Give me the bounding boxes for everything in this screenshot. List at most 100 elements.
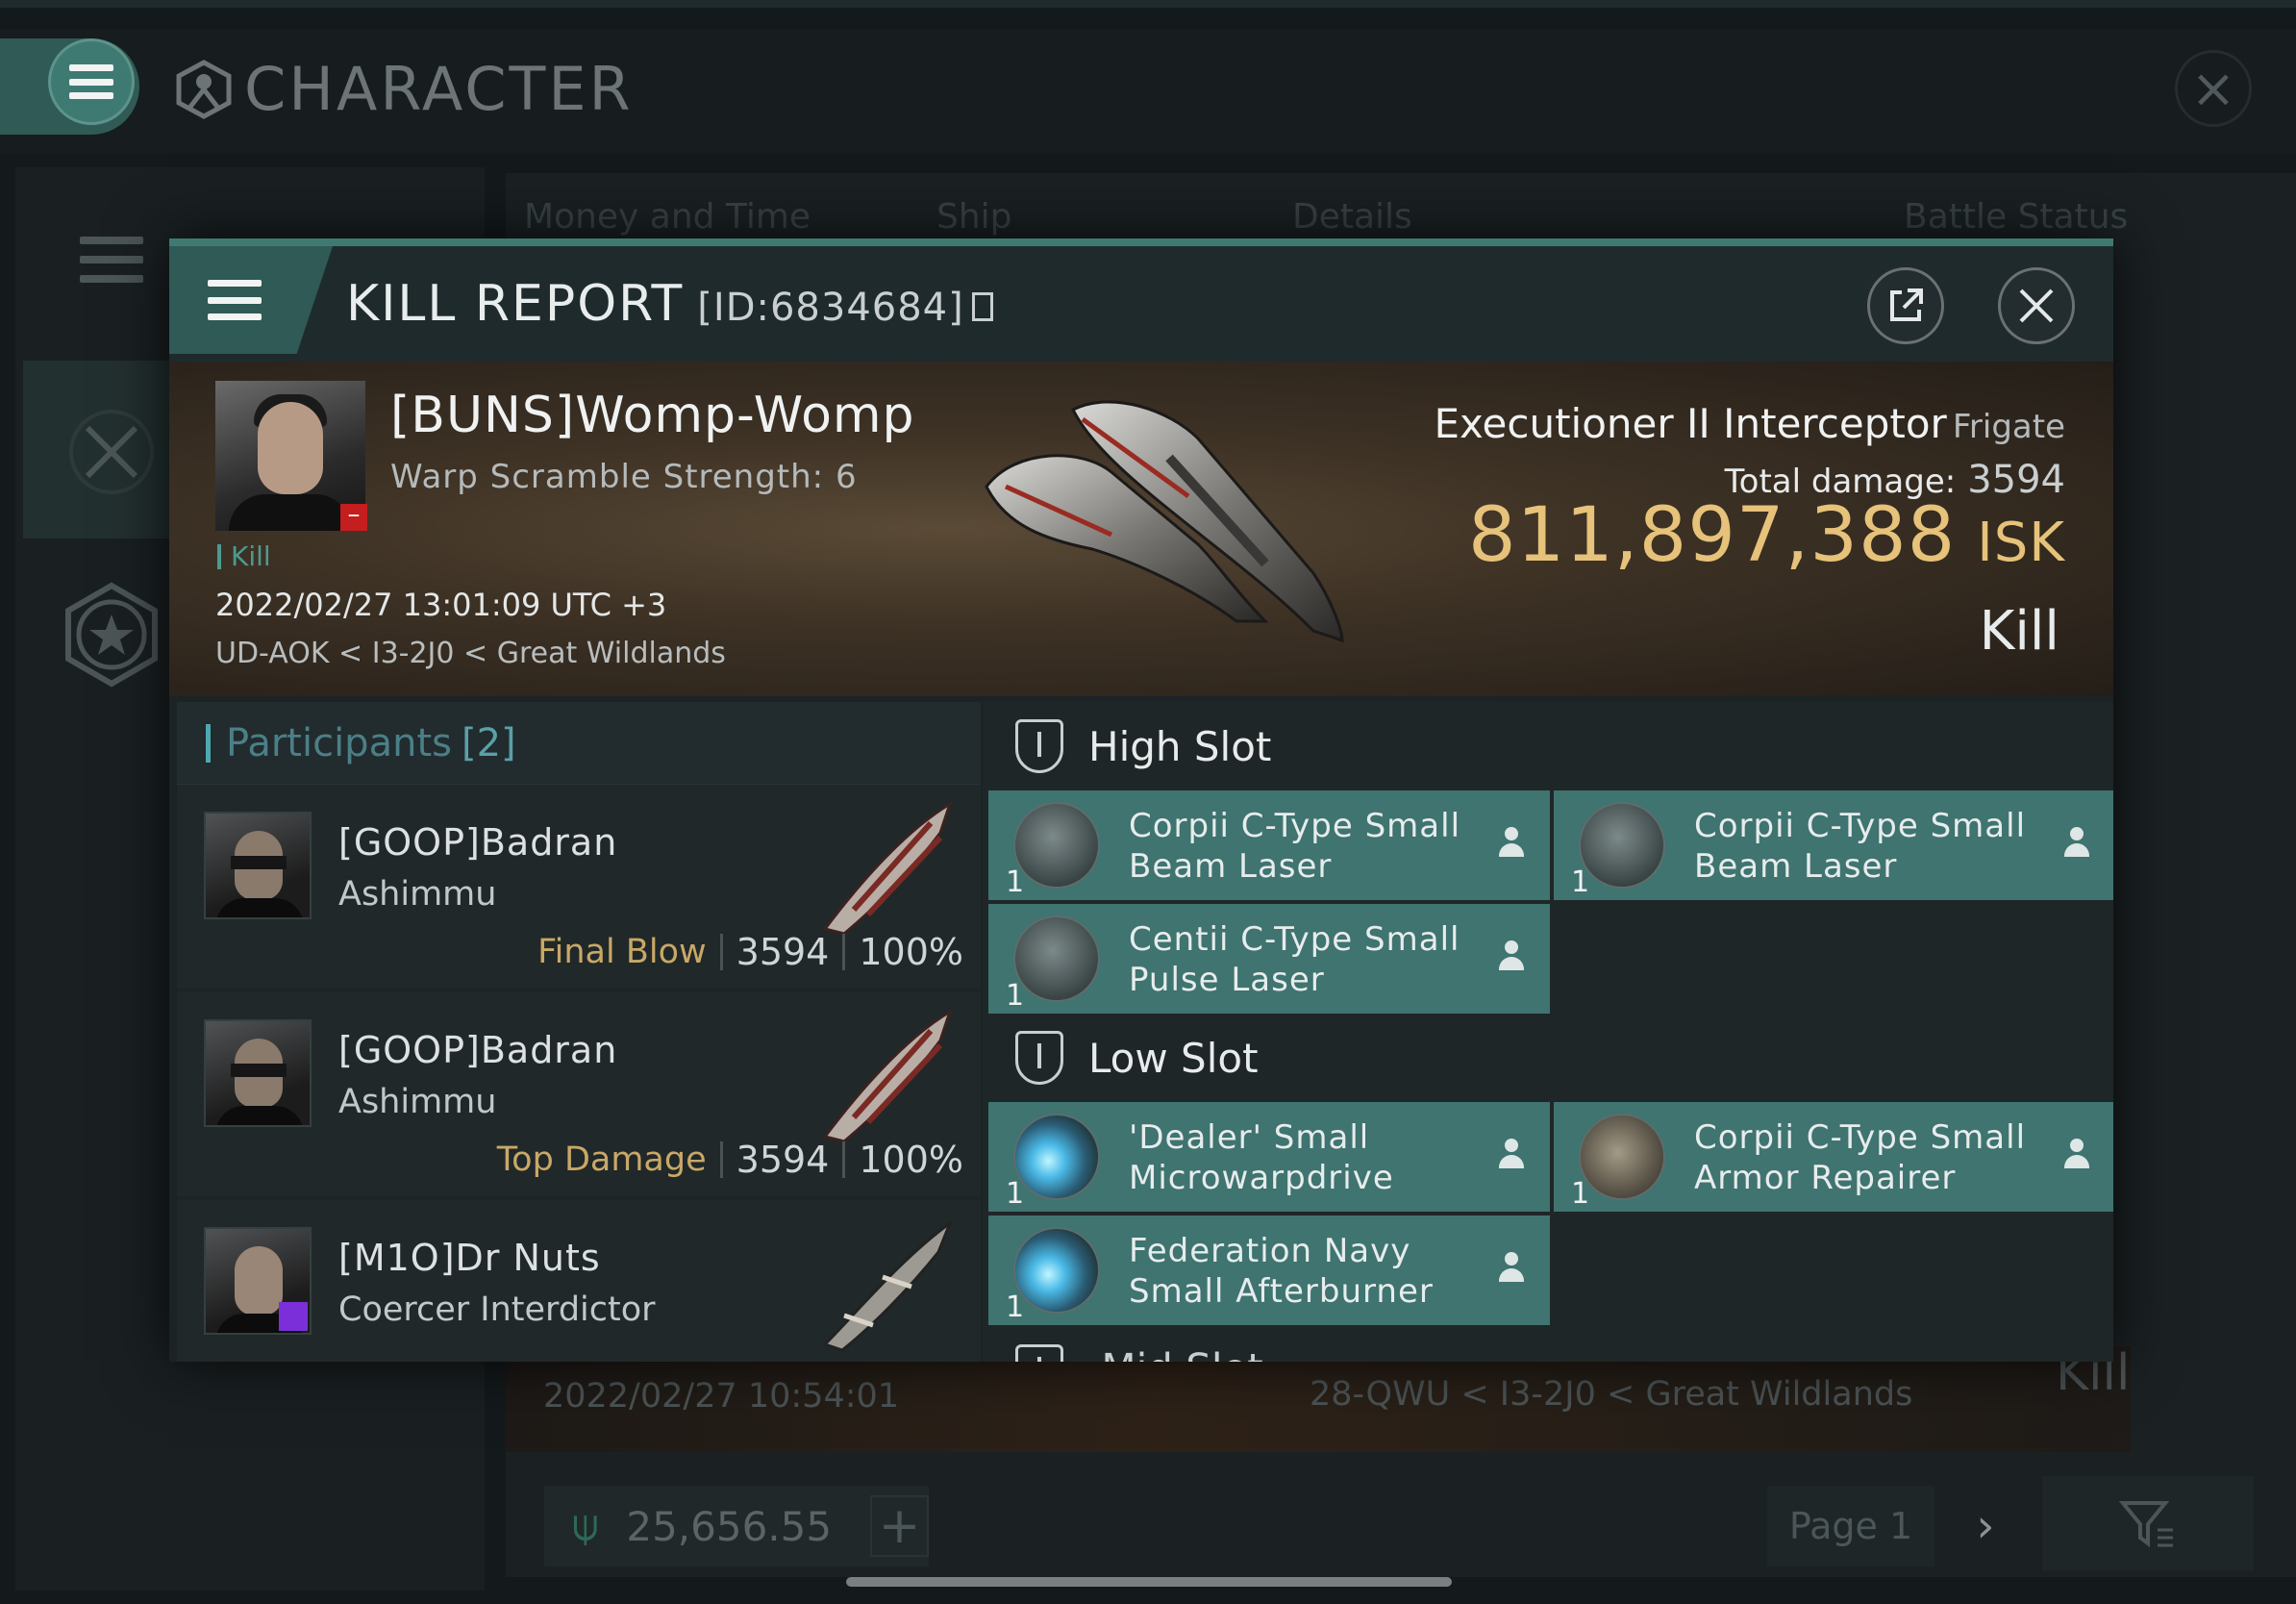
- high-slot-icon: [1015, 719, 1063, 773]
- ship-name[interactable]: Executioner II Interceptor: [1434, 400, 1946, 447]
- module-name: Centii C-Type Small Pulse Laser: [1129, 920, 1460, 999]
- low-slot-icon: [1015, 1031, 1063, 1085]
- close-button[interactable]: [1998, 267, 2075, 344]
- participant-ship-image: [822, 800, 953, 936]
- participant-name: [M1O]Dr Nuts: [338, 1237, 601, 1279]
- module-name: Corpii C-Type Small Beam Laser: [1694, 807, 2027, 886]
- participants-count: [2]: [461, 720, 516, 765]
- module-name: Corpii C-Type Small Armor Repairer: [1694, 1118, 2027, 1197]
- module-name: Corpii C-Type Small Beam Laser: [1129, 807, 1461, 886]
- battle-result: Kill: [1979, 600, 2059, 663]
- share-button[interactable]: [1867, 267, 1944, 344]
- wallet-value: 25,656.55: [626, 1502, 833, 1550]
- high-slot-header: High Slot: [983, 702, 2113, 790]
- module-quantity: 1: [1571, 865, 1590, 899]
- participant-damage: 3594: [736, 1139, 830, 1181]
- avatar[interactable]: [204, 812, 312, 919]
- column-money-time[interactable]: Money and Time: [524, 197, 811, 237]
- victim-name[interactable]: [BUNS]Womp-Womp: [390, 387, 915, 444]
- warp-scramble-strength: Warp Scramble Strength: 6: [390, 458, 858, 496]
- column-details[interactable]: Details: [1292, 197, 1412, 237]
- module-quantity: 1: [1006, 1291, 1025, 1324]
- participant-row[interactable]: [GOOP]Badran Ashimmu Final Blow 3594 100…: [177, 785, 981, 989]
- rail-list-button[interactable]: [54, 202, 169, 317]
- participant-stats: Final Blow 3594 100%: [537, 931, 963, 973]
- kill-datetime: 2022/02/27 13:01:09 UTC +3: [215, 587, 667, 623]
- negative-standing-badge: –: [340, 502, 367, 531]
- militia-badge: [279, 1302, 308, 1331]
- kill-location[interactable]: UD-AOK < I3-2J0 < Great Wildlands: [215, 637, 726, 670]
- main-menu-button[interactable]: [48, 38, 135, 125]
- participant-row[interactable]: [M1O]Dr Nuts Coercer Interdictor: [177, 1200, 981, 1362]
- participant-ship-image: [822, 1218, 954, 1352]
- isk-unit: ISK: [1977, 512, 2065, 574]
- kill-report-modal: KILL REPORT [ID:6834684] – [BUNS]Womp-Wom…: [169, 238, 2113, 1362]
- module-card[interactable]: 1 Centii C-Type Small Pulse Laser: [988, 904, 1550, 1014]
- module-name: 'Dealer' Small Microwarpdrive: [1129, 1118, 1394, 1197]
- column-ship[interactable]: Ship: [936, 197, 1012, 237]
- hamburger-icon: [69, 64, 113, 99]
- module-name: Federation Navy Small Afterburner: [1129, 1232, 1434, 1311]
- participants-label: Participants: [226, 720, 452, 765]
- add-funds-button[interactable]: +: [870, 1495, 929, 1557]
- participant-ship-image: [822, 1008, 953, 1143]
- kill-report-title-text: KILL REPORT: [346, 275, 685, 333]
- rail-medal-button[interactable]: [54, 577, 169, 692]
- fitting-panel: High Slot 1 Corpii C-Type Small Beam Las…: [983, 702, 2113, 1362]
- top-damage-tag: Top Damage: [496, 1140, 707, 1179]
- isk-value-line: 811,897,388 ISK: [1468, 492, 2065, 579]
- mid-slot-label: Mid Slot: [1101, 1345, 1262, 1363]
- kill-report-menu-button[interactable]: [169, 246, 333, 354]
- microwarpdrive-icon: [1013, 1114, 1100, 1200]
- participants-panel: Participants [2] [GOOP]Badran Ashimmu Fi…: [177, 702, 981, 1362]
- wallet-icon: ⍦: [571, 1499, 599, 1551]
- row-date: 2022/02/27 10:54:01: [543, 1377, 900, 1416]
- external-link-icon: [1890, 288, 1923, 321]
- rail-combat-button[interactable]: [54, 394, 169, 510]
- mid-slot-icon: [1015, 1344, 1063, 1362]
- ship-name-line: Executioner II Interceptor Frigate: [1434, 400, 2065, 447]
- close-icon: ×: [2190, 57, 2236, 120]
- module-card[interactable]: 1 Corpii C-Type Small Beam Laser: [1554, 790, 2113, 900]
- close-icon: [2019, 288, 2054, 323]
- participant-ship: Ashimmu: [338, 875, 497, 914]
- pilot-icon: [1494, 1252, 1529, 1289]
- kill-tag: Kill: [217, 543, 271, 570]
- low-slot-header: Low Slot: [983, 1014, 2113, 1102]
- afterburner-icon: [1013, 1227, 1100, 1314]
- home-indicator: [846, 1577, 1452, 1587]
- hamburger-icon: [208, 280, 262, 320]
- module-card[interactable]: 1 Corpii C-Type Small Armor Repairer: [1554, 1102, 2113, 1212]
- crossed-swords-icon: [69, 410, 154, 494]
- row-location: 28-QWU < I3-2J0 < Great Wildlands: [1310, 1375, 1913, 1414]
- character-close-button[interactable]: ×: [2175, 50, 2252, 127]
- character-title: CHARACTER: [173, 54, 634, 124]
- avatar[interactable]: [204, 1019, 312, 1127]
- filter-button[interactable]: [2042, 1476, 2254, 1570]
- low-slot-label: Low Slot: [1088, 1034, 1259, 1082]
- module-card[interactable]: 1 Corpii C-Type Small Beam Laser: [988, 790, 1550, 900]
- wallet-bar: ⍦ 25,656.55 +: [544, 1486, 929, 1566]
- participant-row[interactable]: [GOOP]Badran Ashimmu Top Damage 3594 100…: [177, 992, 981, 1196]
- victim-ship-image: [985, 400, 1344, 643]
- column-battle-status[interactable]: Battle Status: [1904, 197, 2128, 237]
- module-card[interactable]: 1 'Dealer' Small Microwarpdrive: [988, 1102, 1550, 1212]
- mid-slot-header-partial: Mid Slot: [1015, 1344, 1263, 1362]
- avatar[interactable]: [204, 1227, 312, 1335]
- module-quantity: 1: [1006, 865, 1025, 899]
- victim-banner: – [BUNS]Womp-Womp Warp Scramble Strength…: [169, 362, 2113, 696]
- next-page-button[interactable]: ›: [1952, 1486, 2019, 1566]
- isk-value: 811,897,388: [1467, 492, 1957, 579]
- pilot-icon: [1494, 1139, 1529, 1175]
- module-card[interactable]: 1 Federation Navy Small Afterburner: [988, 1216, 1550, 1325]
- pilot-icon: [2059, 827, 2094, 864]
- ship-class: Frigate: [1952, 408, 2065, 446]
- beam-laser-icon: [1013, 802, 1100, 889]
- top-bar: [0, 0, 2296, 8]
- pilot-icon: [1494, 940, 1529, 977]
- pilot-icon: [1494, 827, 1529, 864]
- copy-icon[interactable]: [971, 292, 993, 321]
- participant-ship: Coercer Interdictor: [338, 1291, 656, 1329]
- participants-header: Participants [2]: [177, 702, 981, 785]
- participant-name: [GOOP]Badran: [338, 1029, 618, 1071]
